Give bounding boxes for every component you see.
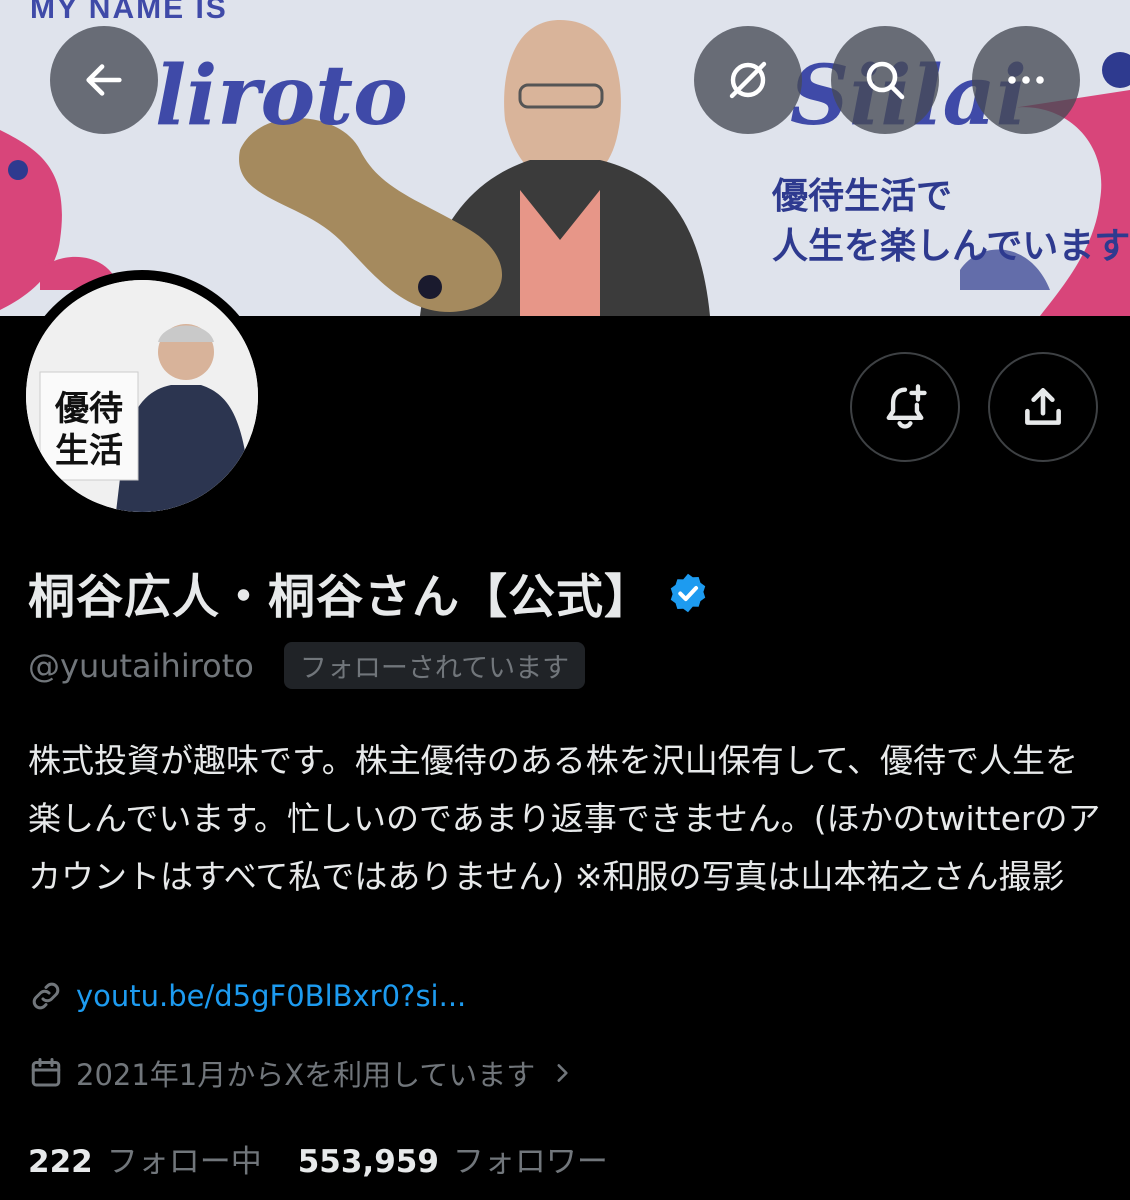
svg-text:優待: 優待 <box>54 389 123 429</box>
banner-name-left: liroto <box>155 48 408 144</box>
handle-row: @yuutaihiroto フォローされています <box>28 642 586 689</box>
svg-text:生活: 生活 <box>55 431 123 471</box>
banner-copy: 優待生活で 人生を楽しんでいます <box>772 176 1130 267</box>
profile-banner[interactable]: MY NAME IS liroto Siilai 優待生活で 人生を楽しんでいま… <box>0 0 1130 316</box>
chevron-right-icon <box>557 1064 568 1082</box>
following-count[interactable]: 222 <box>28 1144 93 1180</box>
verified-badge-icon[interactable] <box>666 571 710 615</box>
website-link[interactable]: youtu.be/d5gF0BlBxr0?si... <box>76 979 466 1013</box>
profile-avatar[interactable]: 優待 生活 <box>16 270 268 522</box>
more-button[interactable] <box>972 26 1080 134</box>
followers-count[interactable]: 553,959 <box>298 1144 439 1180</box>
back-button[interactable] <box>50 26 158 134</box>
joined-date-row[interactable]: 2021年1月からXを利用しています <box>28 1052 575 1094</box>
share-icon <box>1025 388 1061 425</box>
joined-date: 2021年1月からXを利用しています <box>76 1058 536 1092</box>
follows-you-badge: フォローされています <box>283 642 586 689</box>
share-button[interactable] <box>988 352 1098 462</box>
bell-plus-icon <box>886 384 927 429</box>
banner-tagline: MY NAME IS <box>30 0 228 25</box>
user-handle: @yuutaihiroto <box>28 646 254 685</box>
grok-icon <box>729 61 767 99</box>
arrow-left-icon <box>86 64 122 96</box>
search-button[interactable] <box>831 26 939 134</box>
search-icon <box>866 61 905 100</box>
display-name-row: 桐谷広人・桐谷さん【公式】 <box>28 558 710 627</box>
grok-button[interactable] <box>694 26 802 134</box>
follow-stats: 222 フォロー中 553,959 フォロワー <box>28 1136 608 1181</box>
more-icon <box>1008 76 1044 84</box>
website-link-row[interactable]: youtu.be/d5gF0BlBxr0?si... <box>28 978 466 1014</box>
calendar-icon <box>31 1058 61 1087</box>
following-label[interactable]: フォロー中 <box>107 1136 262 1181</box>
display-name: 桐谷広人・桐谷さん【公式】 <box>28 570 652 625</box>
avatar-illustration: 優待 生活 <box>26 280 258 512</box>
notify-button[interactable] <box>850 352 960 462</box>
avatar-photo: 優待 生活 <box>26 280 258 512</box>
profile-bio: 株式投資が趣味です。株主優待のある株を沢山保有して、優待で人生を楽しんでいます。… <box>28 741 1101 896</box>
followers-label[interactable]: フォロワー <box>453 1136 608 1181</box>
link-icon <box>32 982 60 1010</box>
